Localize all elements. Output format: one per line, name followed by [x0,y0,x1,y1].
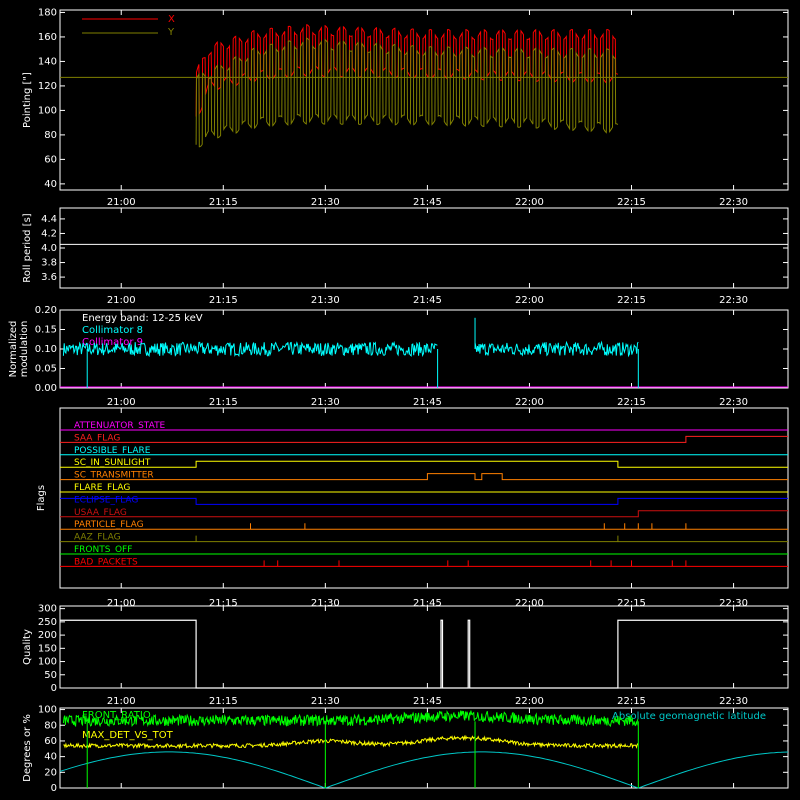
geomag-lat-label: Absolute geomagnetic latitude [612,711,766,722]
x-tick-label: 21:45 [413,696,442,707]
y-tick-label: 40 [44,179,57,190]
x-tick-label: 21:15 [209,397,238,408]
flag-label-sc_in_sunlight: SC_IN_SUNLIGHT [74,458,151,468]
y-tick-label: 100 [38,657,57,668]
modulation-ylabel-line1: Normalized [8,321,19,378]
y-tick-label: 300 [38,604,57,615]
flag-label-attenuator_state: ATTENUATOR_STATE [74,421,166,431]
x-tick-label: 22:30 [719,295,748,306]
y-tick-label: 80 [44,720,57,731]
y-tick-label: 150 [38,643,57,654]
y-tick-label: 140 [38,56,57,67]
x-tick-label: 22:00 [515,295,544,306]
x-tick-label: 22:15 [617,696,646,707]
x-tick-label: 22:00 [515,696,544,707]
y-tick-label: 50 [44,670,57,681]
x-tick-label: 21:30 [311,397,340,408]
flags-ylabel: Flags [36,485,47,511]
flag-label-possible_flare: POSSIBLE_FLARE [74,446,151,456]
y-tick-label: 250 [38,617,57,628]
y-tick-label: 0.05 [35,364,57,375]
x-tick-label: 21:15 [209,295,238,306]
x-tick-label: 21:15 [209,197,238,208]
y-tick-label: 20 [44,767,57,778]
x-tick-label: 21:30 [311,197,340,208]
modulation-ylabel-line2: modulation [19,321,30,378]
y-tick-label: 0.15 [35,325,57,336]
flag-label-usaa_flag: USAA_FLAG [74,508,127,518]
y-tick-label: 100 [38,705,57,716]
x-tick-label: 21:30 [311,696,340,707]
legend-y-label: Y [167,27,175,38]
latitude-ylabel: Degrees or % [22,714,33,782]
flag-label-aaz_flag: AAZ_FLAG [74,533,121,543]
y-tick-label: 0 [51,783,57,794]
y-tick-label: 4.2 [41,228,57,239]
y-tick-label: 120 [38,81,57,92]
y-tick-label: 3.6 [41,272,57,283]
x-tick-label: 22:00 [515,397,544,408]
y-tick-label: 200 [38,630,57,641]
y-tick-label: 0.20 [35,305,57,316]
x-tick-label: 21:00 [107,197,136,208]
y-tick-label: 80 [44,130,57,141]
flag-label-particle_flag: PARTICLE_FLAG [74,520,144,530]
pointing-ylabel: Pointing ["] [22,72,33,128]
energy-band-label: Energy band: 12-25 keV [82,313,203,324]
flag-label-saa_flag: SAA_FLAG [74,433,120,443]
x-tick-label: 21:45 [413,295,442,306]
legend-max-det: MAX_DET_VS_TOT [82,730,174,741]
legend-x-label: X [168,14,175,25]
x-tick-label: 21:30 [311,295,340,306]
x-tick-label: 21:15 [209,696,238,707]
x-tick-label: 22:15 [617,397,646,408]
flag-label-sc_transmitter: SC_TRANSMITTER [74,471,154,481]
y-tick-label: 0.10 [35,344,57,355]
legend-collimator-8: Collimator 8 [82,325,143,336]
x-tick-label: 22:15 [617,295,646,306]
roll-period-ylabel: Roll period [s] [22,213,33,282]
y-tick-label: 60 [44,736,57,747]
y-tick-label: 0.00 [35,383,57,394]
quality-ylabel: Quality [22,629,33,665]
x-tick-label: 21:00 [107,397,136,408]
y-tick-label: 0 [51,683,57,694]
flag-label-flare_flag: FLARE_FLAG [74,483,130,493]
y-tick-label: 60 [44,154,57,165]
y-tick-label: 100 [38,105,57,116]
x-tick-label: 22:30 [719,696,748,707]
y-tick-label: 3.8 [41,258,57,269]
flag-label-bad_packets: BAD_PACKETS [74,557,138,567]
flag-label-fronts_off: FRONTS_OFF [74,545,132,555]
y-tick-label: 40 [44,752,57,763]
x-tick-label: 22:30 [719,397,748,408]
x-tick-label: 22:15 [617,197,646,208]
x-tick-label: 21:45 [413,197,442,208]
y-tick-label: 160 [38,32,57,43]
x-tick-label: 22:00 [515,197,544,208]
y-tick-label: 180 [38,7,57,18]
legend-collimator-9: Collimator 9 [82,337,143,348]
flag-label-eclipse_flag: ECLIPSE_FLAG [74,495,138,505]
y-tick-label: 4.4 [41,214,57,225]
x-tick-label: 21:45 [413,397,442,408]
x-tick-label: 21:00 [107,295,136,306]
y-tick-label: 4.0 [41,243,57,254]
x-tick-label: 21:00 [107,696,136,707]
x-tick-label: 22:30 [719,197,748,208]
telemetry-plot: Pointing ["] Roll period [s] Normalized … [0,0,800,800]
